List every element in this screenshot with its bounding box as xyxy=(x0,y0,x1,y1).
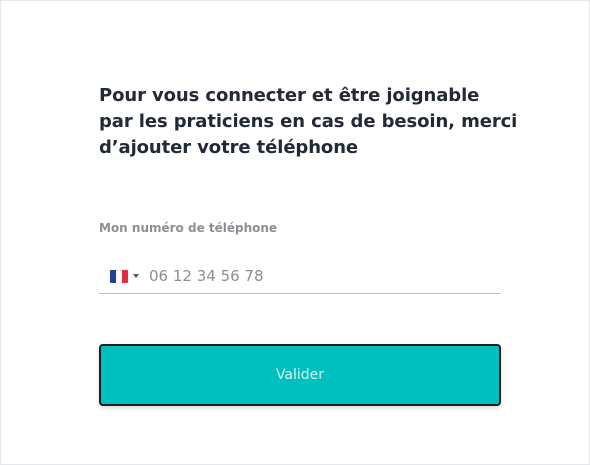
caret-down-icon xyxy=(133,274,139,278)
submit-button[interactable]: Valider xyxy=(99,344,501,406)
phone-input[interactable] xyxy=(149,259,449,293)
form-card: Pour vous connecter et être joignable pa… xyxy=(1,1,589,464)
france-flag-icon xyxy=(110,269,128,283)
country-code-select[interactable] xyxy=(99,259,139,293)
page-title: Pour vous connecter et être joignable pa… xyxy=(99,85,518,158)
phone-field-label: Mon numéro de téléphone xyxy=(99,221,278,235)
phone-field xyxy=(99,259,500,294)
